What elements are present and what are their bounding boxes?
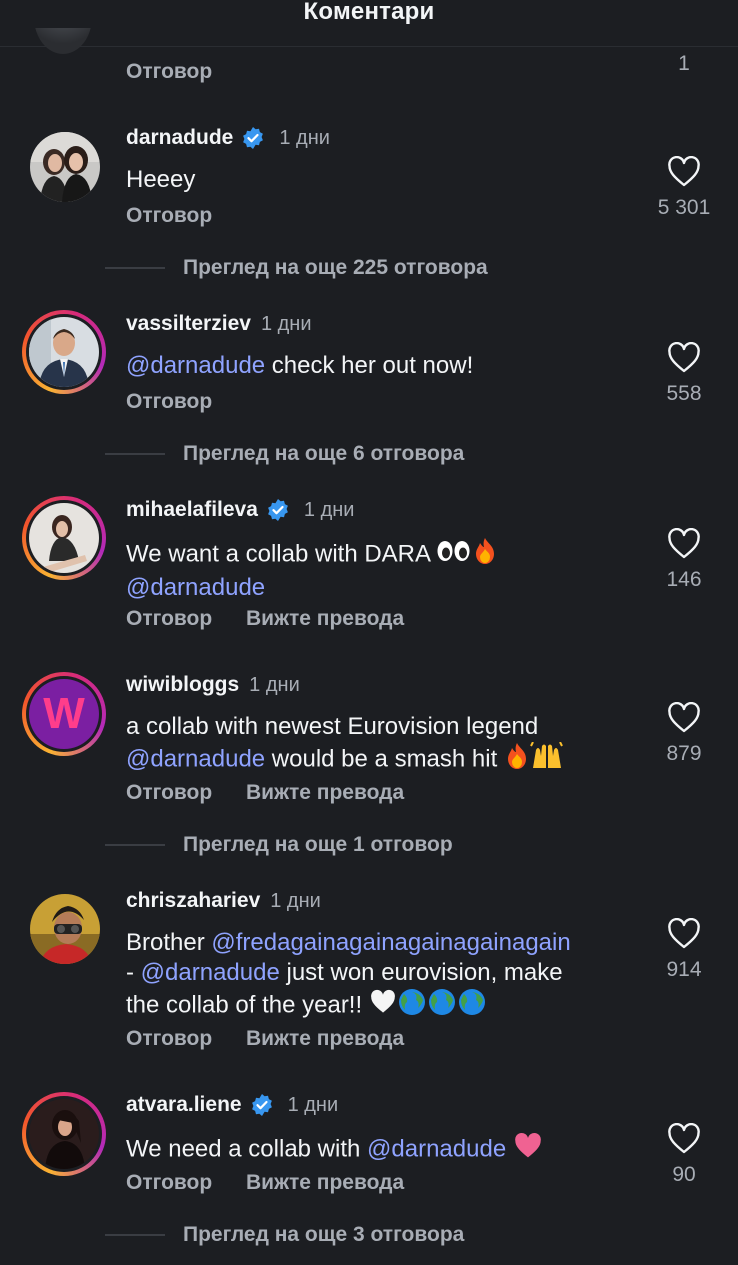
comment-body: We need a collab with <box>126 1135 368 1163</box>
like-count: 914 <box>666 958 702 981</box>
heart-outline-icon[interactable] <box>667 528 701 560</box>
mention-link[interactable]: @darnadude <box>126 352 265 379</box>
reply-button[interactable]: Отговор <box>126 60 212 84</box>
reply-button[interactable]: Отговор <box>126 607 212 631</box>
reply-button[interactable]: Отговор <box>126 204 212 228</box>
see-translation-button[interactable]: Вижте превода <box>246 1027 404 1051</box>
like-count: 879 <box>666 742 702 765</box>
mention-link[interactable]: @darnadude <box>367 1135 506 1162</box>
see-translation-button[interactable]: Вижте превода <box>246 781 404 805</box>
raising-hands-emoji-icon <box>530 741 564 778</box>
view-more-replies-label[interactable]: Преглед на още 225 отговора <box>183 256 488 280</box>
like-count: 1 <box>678 52 690 75</box>
globe-emoji-icon <box>397 988 427 1024</box>
see-translation-button[interactable]: Вижте превода <box>246 607 404 631</box>
view-more-replies-label[interactable]: Преглед на още 6 отговора <box>183 442 464 466</box>
fire-emoji-icon <box>472 537 498 573</box>
view-more-replies[interactable]: Преглед на още 3 отговора <box>105 1223 464 1247</box>
comment-text: a collab with newest Eurovision legend @… <box>126 712 636 778</box>
mention-link[interactable]: @fredagainagainagainagainagain <box>211 929 570 956</box>
like-count: 558 <box>666 382 702 405</box>
comment-body: Brother <box>126 929 212 956</box>
comment-avatar-mihaelafileva[interactable] <box>22 496 106 580</box>
heart-outline-icon[interactable] <box>667 702 701 734</box>
divider <box>105 453 165 455</box>
view-more-replies-label[interactable]: Преглед на още 3 отговора <box>183 1223 464 1247</box>
heart-outline-icon[interactable] <box>667 1123 701 1155</box>
comments-header: Коментари <box>0 0 738 47</box>
comment-time: 1 дни <box>279 126 330 149</box>
comment-body: the collab of the year!! <box>126 991 369 1019</box>
comment-time: 1 дни <box>303 498 355 521</box>
comment-body: Heeey <box>126 166 196 193</box>
page-title: Коментари <box>303 0 435 25</box>
comment-time: 1 дни <box>260 312 312 335</box>
comment-username[interactable]: mihaelafileva <box>126 498 258 522</box>
mention-link[interactable]: @darnadude <box>126 745 265 772</box>
comment-avatar-atvara-liene[interactable] <box>22 1092 106 1176</box>
reply-button[interactable]: Отговор <box>126 781 212 805</box>
heart-outline-icon[interactable] <box>667 156 701 188</box>
avatar-letter: W <box>43 689 85 738</box>
verified-badge-icon <box>243 127 264 149</box>
comment-time: 1 дни <box>270 889 321 912</box>
comment-username[interactable]: atvara.liene <box>126 1093 242 1117</box>
globe-emoji-icon <box>457 988 487 1024</box>
mention-link[interactable]: @darnadude <box>126 574 265 601</box>
comment-body: We want a collab with DARA <box>126 540 437 568</box>
comment-avatar-darnadude[interactable] <box>30 132 100 202</box>
pink-heart-emoji-icon <box>513 1132 543 1168</box>
divider <box>105 1234 165 1236</box>
comment-text: Brother @fredagainagainagainagainagain -… <box>126 928 646 1024</box>
comment-text: @darnadude check her out now! <box>126 351 636 381</box>
comment-username[interactable]: vassilterziev <box>126 312 251 336</box>
like-count: 90 <box>672 1163 696 1186</box>
avatar: W <box>29 679 99 749</box>
comment-avatar-chriszahariev[interactable] <box>30 894 100 964</box>
fire-emoji-icon <box>504 742 530 778</box>
comment-text: We need a collab with @darnadude <box>126 1132 636 1168</box>
comment-body: check her out now! <box>265 352 474 379</box>
comment-avatar-wiwibloggs[interactable]: W <box>22 672 106 756</box>
view-more-replies[interactable]: Преглед на още 225 отговора <box>105 256 488 280</box>
comment-body: would be a smash hit <box>265 745 504 773</box>
heart-outline-icon[interactable] <box>667 342 701 374</box>
reply-button[interactable]: Отговор <box>126 1027 212 1051</box>
comment-time: 1 дни <box>287 1093 339 1116</box>
view-more-replies-label[interactable]: Преглед на още 1 отговор <box>183 833 453 857</box>
comment-username[interactable]: wiwibloggs <box>126 673 239 697</box>
white-heart-emoji-icon <box>369 989 397 1023</box>
comment-time: 1 дни <box>249 673 300 696</box>
eyes-emoji-icon <box>436 539 472 571</box>
comment-avatar-vassilterziev[interactable] <box>22 310 106 394</box>
avatar <box>29 1099 99 1169</box>
see-translation-button[interactable]: Вижте превода <box>246 1171 404 1195</box>
avatar <box>29 317 99 387</box>
avatar <box>30 132 100 202</box>
avatar <box>29 503 99 573</box>
divider <box>105 267 165 269</box>
avatar[interactable] <box>34 28 92 54</box>
reply-button[interactable]: Отговор <box>126 1171 212 1195</box>
verified-badge-icon <box>268 499 288 521</box>
comment-username[interactable]: darnadude <box>126 126 233 150</box>
globe-emoji-icon <box>427 988 457 1024</box>
avatar <box>30 894 100 964</box>
mention-link[interactable]: @darnadude <box>141 959 280 986</box>
comment-body: a collab with newest Eurovision legend <box>126 713 539 740</box>
divider <box>105 844 165 846</box>
comment-text: We want a collab with DARA @darnadude <box>126 537 636 603</box>
comment-text: Heeey <box>126 165 636 195</box>
like-count: 146 <box>666 568 702 591</box>
comment-body: - <box>126 959 141 986</box>
view-more-replies[interactable]: Преглед на още 6 отговора <box>105 442 464 466</box>
comment-username[interactable]: chriszahariev <box>126 889 260 913</box>
reply-button[interactable]: Отговор <box>126 390 212 414</box>
heart-outline-icon[interactable] <box>667 918 701 950</box>
view-more-replies[interactable]: Преглед на още 1 отговор <box>105 833 453 857</box>
like-count: 5 301 <box>657 196 711 219</box>
comment-body: just won eurovision, make <box>279 959 563 986</box>
verified-badge-icon <box>251 1094 272 1116</box>
